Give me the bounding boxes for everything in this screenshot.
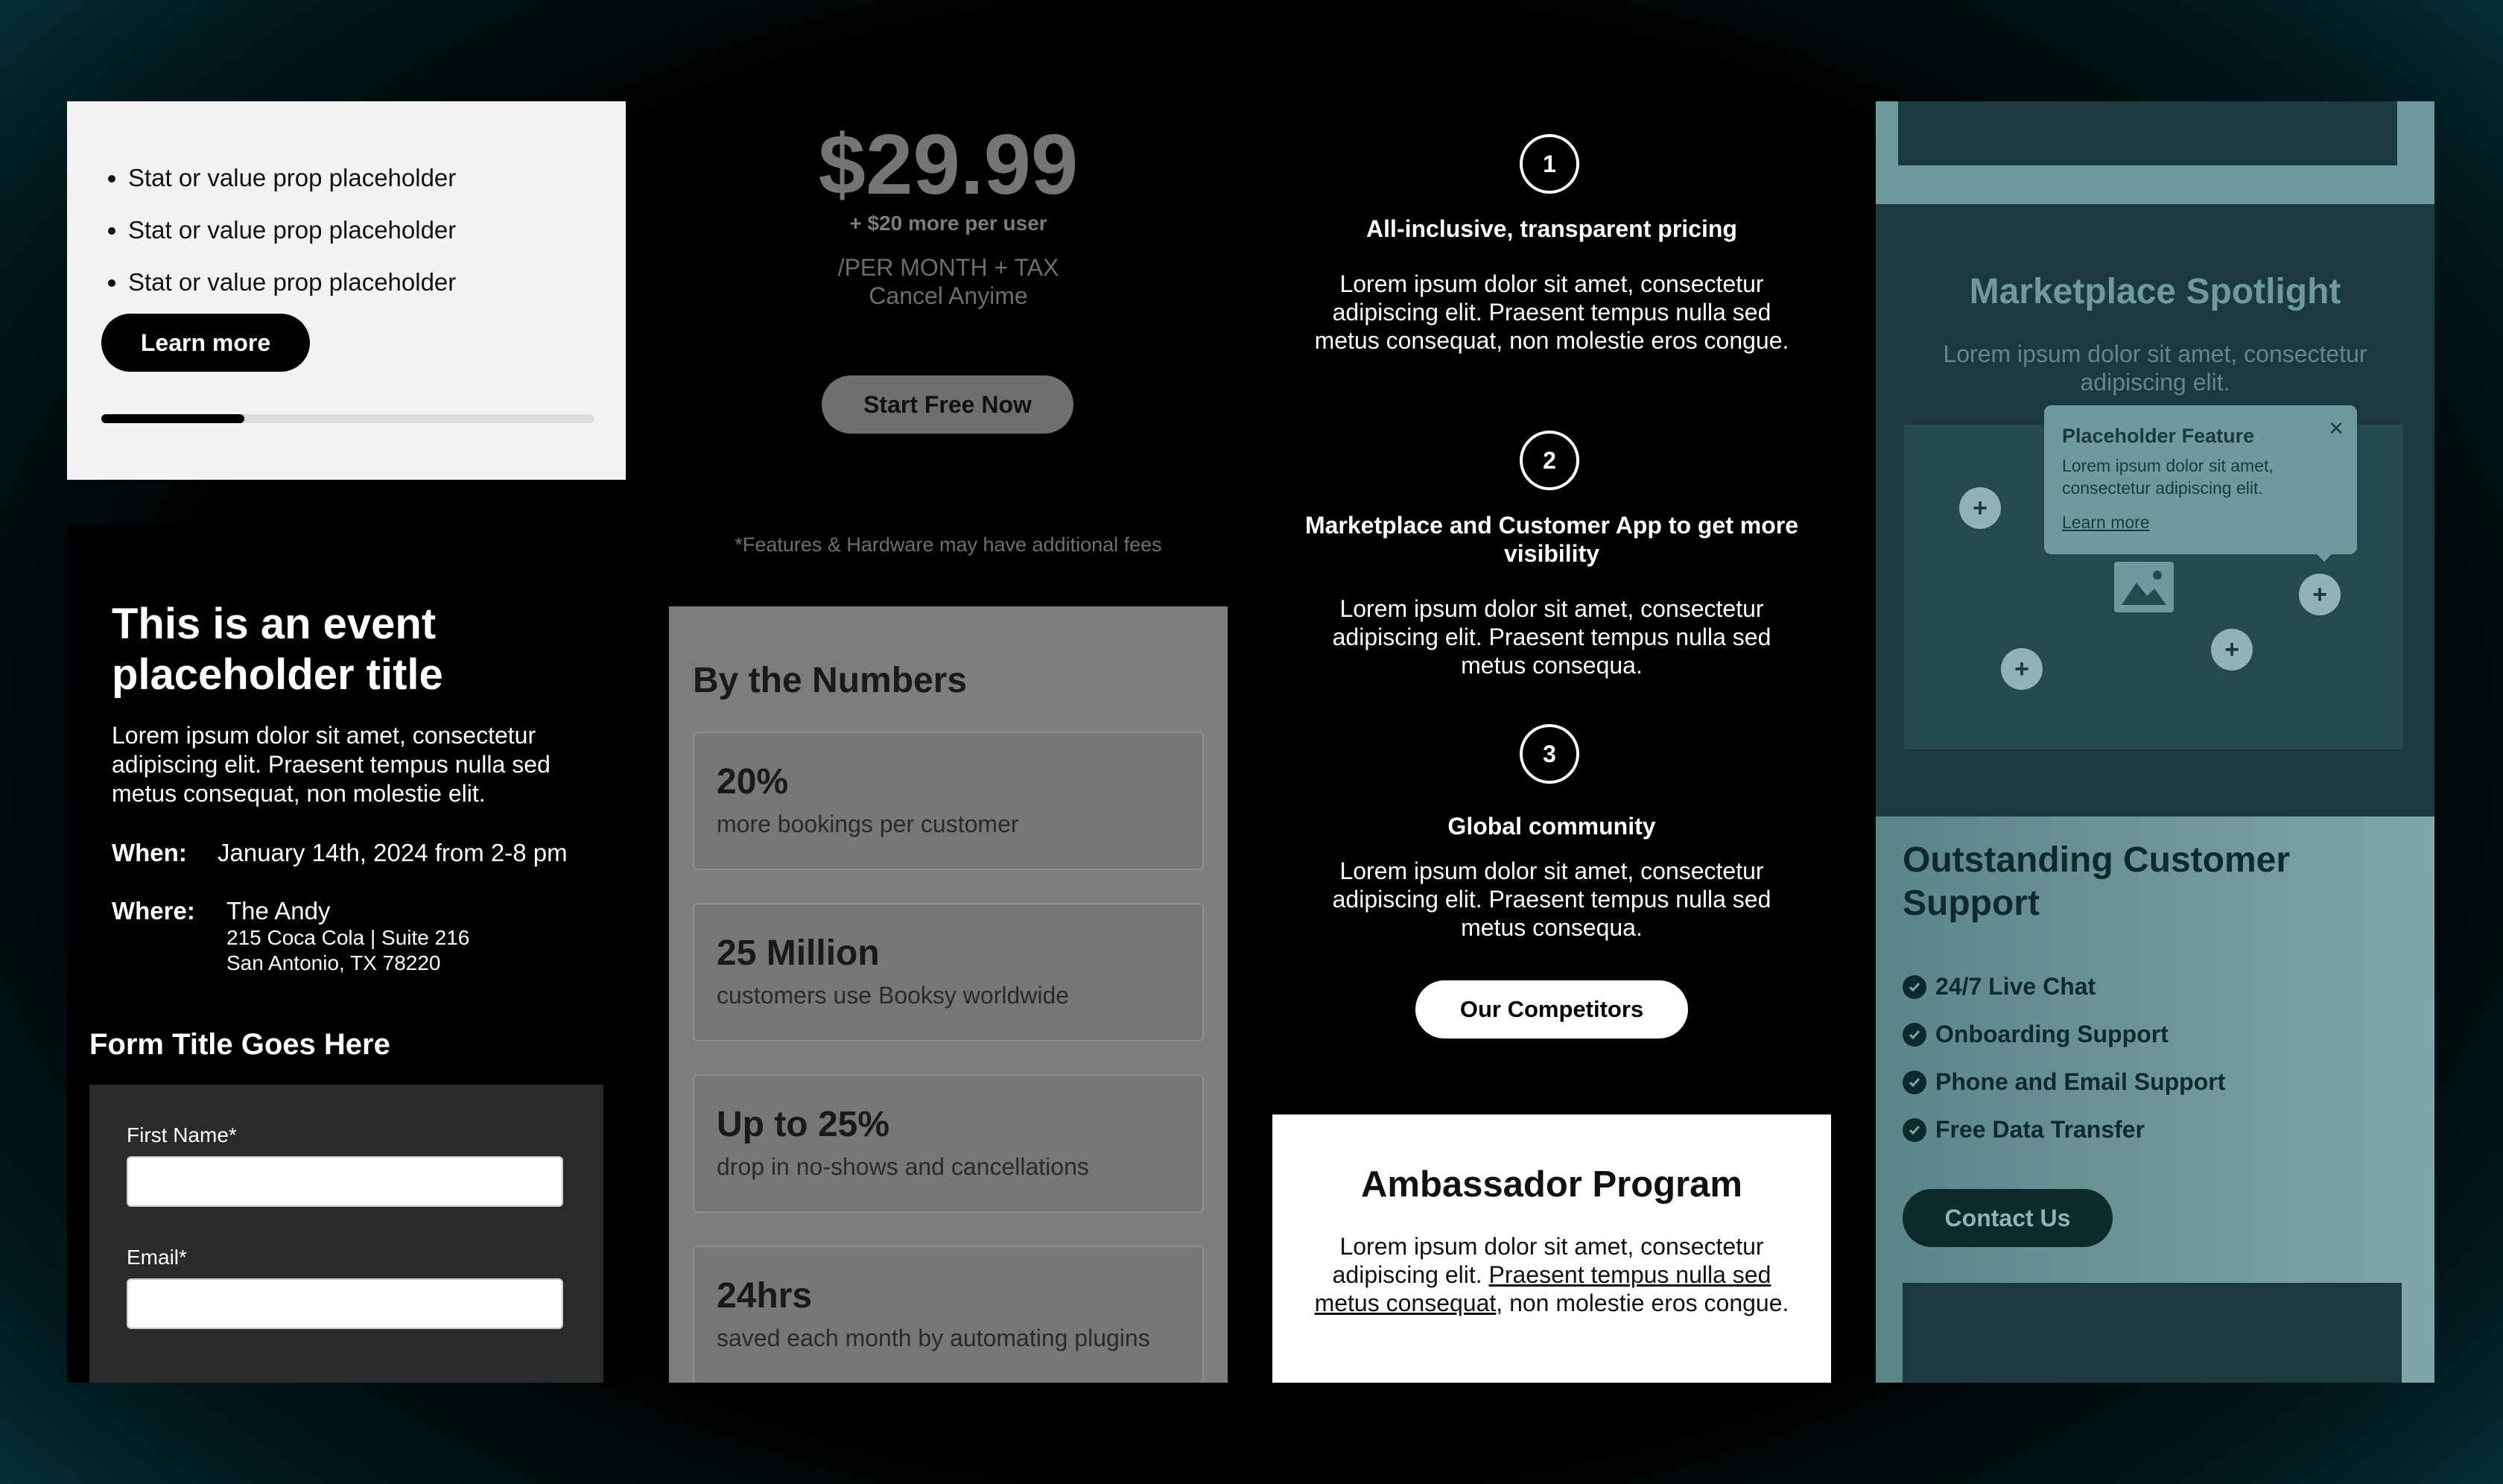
marketplace-spotlight: Marketplace Spotlight Lorem ipsum dolor …	[1876, 101, 2434, 816]
check-icon	[1903, 1022, 1926, 1047]
start-free-button[interactable]: Start Free Now	[822, 375, 1073, 434]
where-label: Where:	[112, 897, 195, 925]
step-number-badge: 1	[1520, 134, 1579, 194]
hotspot-plus-icon[interactable]: +	[2211, 629, 2253, 670]
when-value: January 14th, 2024 from 2-8 pm	[218, 839, 568, 866]
features-section: 1 All-inclusive, transparent pricing Lor…	[1272, 101, 1831, 1114]
hotspot-plus-icon[interactable]: +	[2299, 574, 2341, 615]
when-label: When:	[112, 839, 187, 866]
hotspot-plus-icon[interactable]: +	[1959, 487, 2001, 529]
support-item-label: 24/7 Live Chat	[1935, 973, 2096, 1000]
fees-note: *Features & Hardware may have additional…	[735, 533, 1162, 556]
feature-title: Marketplace and Customer App to get more…	[1304, 512, 1799, 567]
image-icon	[2113, 560, 2175, 614]
feature-description: Lorem ipsum dolor sit amet, consectetur …	[1332, 595, 1771, 679]
support-item-label: Onboarding Support	[1935, 1021, 2169, 1047]
spotlight-subtitle: Lorem ipsum dolor sit amet, consectetur …	[1943, 340, 2367, 396]
support-heading: Outstanding Customer Support	[1903, 840, 2291, 923]
stat-value: 24hrs	[717, 1276, 813, 1316]
feature-title: Global community	[1447, 813, 1656, 840]
tooltip-body: Lorem ipsum dolor sit amet, consectetur …	[2062, 456, 2274, 498]
stat-card: Up to 25% drop in no-shows and cancellat…	[693, 1074, 1204, 1213]
feature-description: Lorem ipsum dolor sit amet, consectetur …	[1332, 857, 1771, 941]
stats-list: Stat or value prop placeholder Stat or v…	[104, 152, 605, 308]
support-item: Onboarding Support	[1903, 1021, 2169, 1048]
our-competitors-button[interactable]: Our Competitors	[1415, 980, 1688, 1039]
stat-card: 25 Million customers use Booksy worldwid…	[693, 903, 1204, 1041]
ambassador-text-end: , non molestie eros congue.	[1496, 1290, 1789, 1316]
close-icon[interactable]: ×	[2329, 414, 2344, 443]
top-band	[1876, 101, 2434, 204]
step-number-badge: 2	[1520, 431, 1579, 490]
first-name-field[interactable]	[127, 1156, 563, 1207]
ambassador-description: Lorem ipsum dolor sit amet, consectetur …	[1302, 1232, 1801, 1317]
learn-more-button[interactable]: Learn more	[101, 314, 310, 372]
per-month-text: /PER MONTH + TAX	[837, 254, 1059, 281]
billing-period: /PER MONTH + TAX Cancel Anyime	[669, 253, 1228, 310]
stat-card: 24hrs saved each month by automating plu…	[693, 1246, 1204, 1383]
cancel-text: Cancel Anyime	[869, 282, 1028, 309]
check-icon	[1903, 1117, 1926, 1142]
email-label: Email*	[127, 1246, 187, 1269]
where-name: The Andy	[226, 897, 331, 925]
where-address-line-2: San Antonio, TX 78220	[226, 951, 441, 974]
price: $29.99	[818, 118, 1079, 212]
event-description: Lorem ipsum dolor sit amet, consectetur …	[112, 722, 551, 807]
support-item: 24/7 Live Chat	[1903, 973, 2096, 1001]
first-name-label: First Name*	[127, 1123, 237, 1147]
stat-label: drop in no-shows and cancellations	[717, 1153, 1089, 1180]
contact-us-button[interactable]: Contact Us	[1903, 1189, 2113, 1247]
stat-value: 25 Million	[717, 933, 880, 973]
stat-value: Up to 25%	[717, 1105, 890, 1144]
stats-card: Stat or value prop placeholder Stat or v…	[67, 101, 626, 480]
step-number-badge: 3	[1520, 724, 1579, 784]
form-title: Form Title Goes Here	[89, 1028, 390, 1061]
tooltip-arrow	[2314, 551, 2335, 562]
email-field[interactable]	[127, 1278, 563, 1329]
tooltip-title: Placeholder Feature	[2062, 425, 2255, 447]
feature-description: Lorem ipsum dolor sit amet, consectetur …	[1314, 270, 1789, 354]
feature-tooltip: Placeholder Feature Lorem ipsum dolor si…	[2044, 405, 2357, 562]
support-item: Phone and Email Support	[1903, 1068, 2225, 1096]
signup-form: First Name* Email*	[89, 1085, 603, 1383]
hotspot-plus-icon[interactable]: +	[2001, 648, 2043, 690]
stat-label: more bookings per customer	[717, 811, 1019, 837]
ambassador-title: Ambassador Program	[1361, 1164, 1742, 1205]
check-icon	[1903, 974, 1926, 999]
top-band-inner	[1898, 101, 2397, 165]
where-address-line-1: 215 Coca Cola | Suite 216	[226, 926, 470, 949]
stat-label: saved each month by automating plugins	[717, 1325, 1150, 1351]
progress-bar	[101, 414, 594, 423]
ambassador-section: Ambassador Program Lorem ipsum dolor sit…	[1272, 1114, 1831, 1383]
stat-label: customers use Booksy worldwide	[717, 982, 1070, 1009]
support-item-label: Phone and Email Support	[1935, 1068, 2226, 1095]
feature-title: All-inclusive, transparent pricing	[1366, 215, 1737, 242]
per-user-note: + $20 more per user	[849, 212, 1047, 235]
pricing-card: $29.99 + $20 more per user /PER MONTH + …	[669, 101, 1228, 606]
event-card: This is an event placeholder title Lorem…	[67, 524, 626, 1383]
support-item: Free Data Transfer	[1903, 1116, 2145, 1144]
support-image-placeholder	[1903, 1283, 2402, 1383]
check-icon	[1903, 1070, 1926, 1094]
event-title: This is an event placeholder title	[112, 600, 443, 699]
stat-item: Stat or value prop placeholder	[128, 152, 605, 204]
support-item-label: Free Data Transfer	[1935, 1116, 2145, 1143]
stat-item: Stat or value prop placeholder	[128, 204, 605, 256]
stat-value: 20%	[717, 762, 789, 802]
progress-fill	[101, 414, 244, 423]
customer-support-section: Outstanding Customer Support 24/7 Live C…	[1876, 816, 2434, 1383]
tooltip-learn-more-link[interactable]: Learn more	[2062, 513, 2150, 533]
stat-item: Stat or value prop placeholder	[128, 256, 605, 308]
stat-card: 20% more bookings per customer	[693, 732, 1204, 870]
spotlight-heading: Marketplace Spotlight	[1969, 272, 2341, 311]
numbers-section: By the Numbers 20% more bookings per cus…	[669, 606, 1228, 1383]
numbers-heading: By the Numbers	[693, 661, 968, 700]
